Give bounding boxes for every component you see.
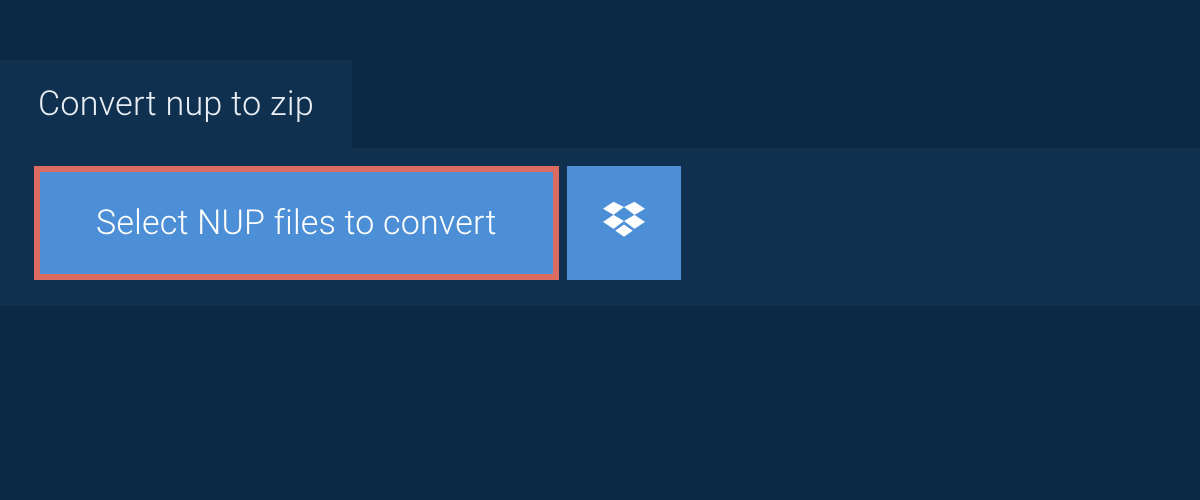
dropbox-icon	[603, 201, 645, 245]
tab-header: Convert nup to zip	[0, 60, 352, 148]
page-title: Convert nup to zip	[38, 84, 314, 124]
content-panel: Select NUP files to convert	[0, 148, 1200, 306]
dropbox-button[interactable]	[567, 166, 681, 280]
select-files-button[interactable]: Select NUP files to convert	[34, 166, 559, 280]
select-files-label: Select NUP files to convert	[96, 203, 497, 243]
button-row: Select NUP files to convert	[34, 166, 1166, 280]
